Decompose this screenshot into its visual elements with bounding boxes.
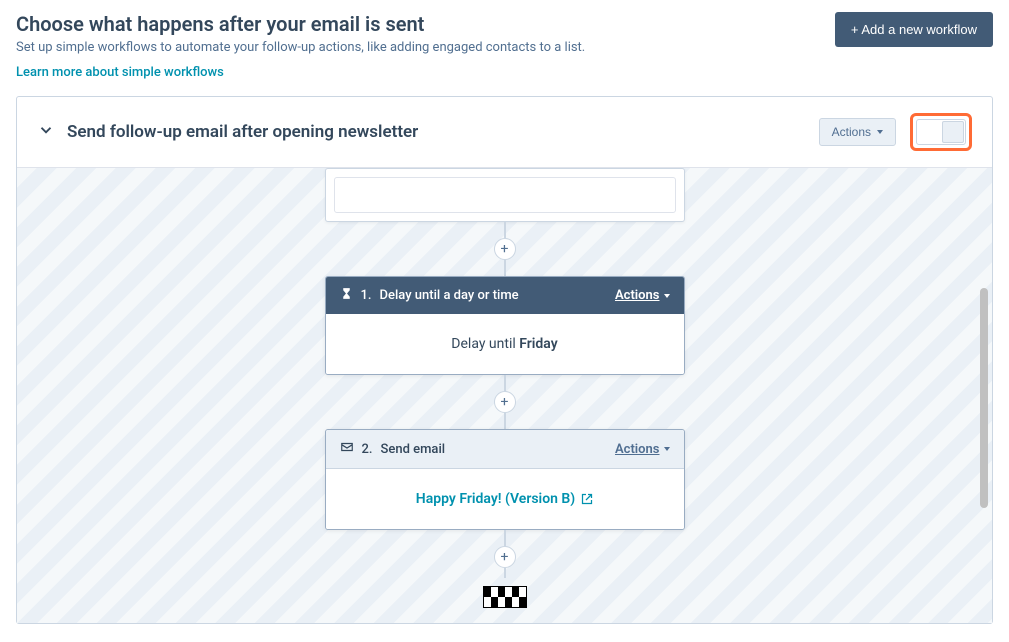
step-send-body: Happy Friday! (Version B) bbox=[326, 469, 684, 529]
page-title: Choose what happens after your email is … bbox=[16, 12, 585, 36]
step-delay-card[interactable]: 1. Delay until a day or time Actions Del… bbox=[325, 276, 685, 375]
step-delay-index: 1. bbox=[361, 288, 372, 303]
trigger-card[interactable] bbox=[325, 168, 685, 222]
plus-icon: + bbox=[501, 550, 509, 564]
workflow-header: Send follow-up email after opening newsl… bbox=[17, 97, 992, 168]
step-delay-body: Delay until Friday bbox=[326, 314, 684, 374]
external-link-icon bbox=[581, 493, 593, 505]
envelope-icon bbox=[340, 440, 354, 458]
delay-prefix: Delay until bbox=[451, 336, 519, 352]
learn-more-link[interactable]: Learn more about simple workflows bbox=[16, 65, 224, 80]
trigger-placeholder bbox=[334, 177, 676, 213]
connector-line bbox=[504, 413, 506, 429]
email-name: Happy Friday! (Version B) bbox=[416, 491, 575, 507]
workflow-enable-toggle[interactable] bbox=[916, 119, 966, 145]
plus-icon: + bbox=[501, 242, 509, 256]
caret-down-icon bbox=[877, 130, 883, 134]
step-send-title: Send email bbox=[381, 442, 446, 457]
step-send-index: 2. bbox=[362, 442, 373, 457]
step-delay-actions[interactable]: Actions bbox=[615, 288, 670, 303]
plus-icon: + bbox=[501, 395, 509, 409]
workflow-panel: Send follow-up email after opening newsl… bbox=[16, 96, 993, 624]
finish-flag-icon bbox=[483, 586, 527, 608]
workflow-name: Send follow-up email after opening newsl… bbox=[67, 122, 418, 142]
scrollbar-thumb[interactable] bbox=[980, 288, 988, 508]
toggle-highlight bbox=[910, 113, 972, 151]
connector-line bbox=[504, 375, 506, 391]
collapse-chevron-icon[interactable] bbox=[37, 121, 55, 143]
step-send-card[interactable]: 2. Send email Actions Happy Friday! (Ver… bbox=[325, 429, 685, 530]
step-send-header: 2. Send email Actions bbox=[326, 430, 684, 469]
add-step-button[interactable]: + bbox=[494, 238, 516, 260]
page-subtitle: Set up simple workflows to automate your… bbox=[16, 40, 585, 55]
add-step-button[interactable]: + bbox=[494, 391, 516, 413]
step-send-actions-label: Actions bbox=[615, 442, 660, 457]
connector-line bbox=[504, 260, 506, 276]
connector-line bbox=[504, 530, 506, 546]
delay-value: Friday bbox=[519, 336, 557, 352]
workflow-actions-label: Actions bbox=[832, 125, 871, 139]
workflow-canvas[interactable]: + 1. Delay until a day or time Actions bbox=[17, 168, 992, 623]
caret-down-icon bbox=[664, 447, 670, 451]
step-delay-header: 1. Delay until a day or time Actions bbox=[326, 277, 684, 314]
workflow-actions-dropdown[interactable]: Actions bbox=[819, 118, 896, 146]
connector-line bbox=[504, 222, 506, 238]
caret-down-icon bbox=[664, 294, 670, 298]
add-step-button[interactable]: + bbox=[494, 546, 516, 568]
step-delay-actions-label: Actions bbox=[615, 288, 660, 303]
step-delay-title: Delay until a day or time bbox=[380, 288, 519, 303]
hourglass-icon bbox=[340, 287, 353, 304]
add-workflow-button[interactable]: + Add a new workflow bbox=[835, 12, 993, 47]
toggle-knob bbox=[942, 121, 964, 143]
connector-line bbox=[504, 568, 506, 578]
step-send-actions[interactable]: Actions bbox=[615, 442, 670, 457]
email-link[interactable]: Happy Friday! (Version B) bbox=[416, 491, 593, 507]
